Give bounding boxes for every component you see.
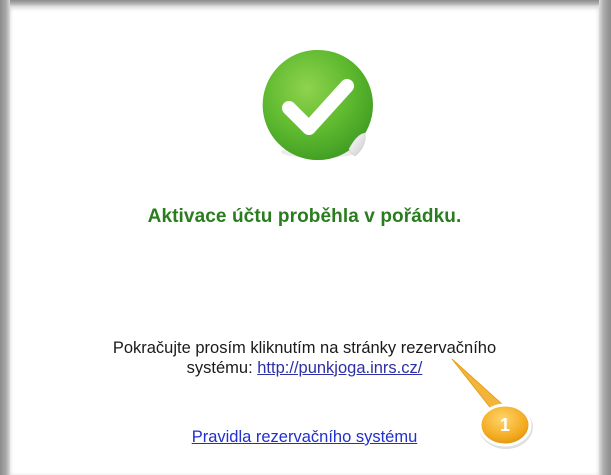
checkmark-sticker-icon: [262, 49, 373, 160]
reservation-site-link[interactable]: http://punkjoga.inrs.cz/: [257, 359, 422, 377]
reservation-rules-link[interactable]: Pravidla rezervačního systému: [192, 428, 418, 446]
window-frame-left: [0, 0, 10, 475]
activation-success-title: Aktivace účtu proběhla v pořádku.: [147, 206, 462, 227]
continue-message-prefix: systému:: [186, 359, 258, 377]
window-frame-top: [0, 0, 611, 7]
callout-number: 1: [499, 415, 510, 435]
window-frame-right: [599, 0, 611, 475]
